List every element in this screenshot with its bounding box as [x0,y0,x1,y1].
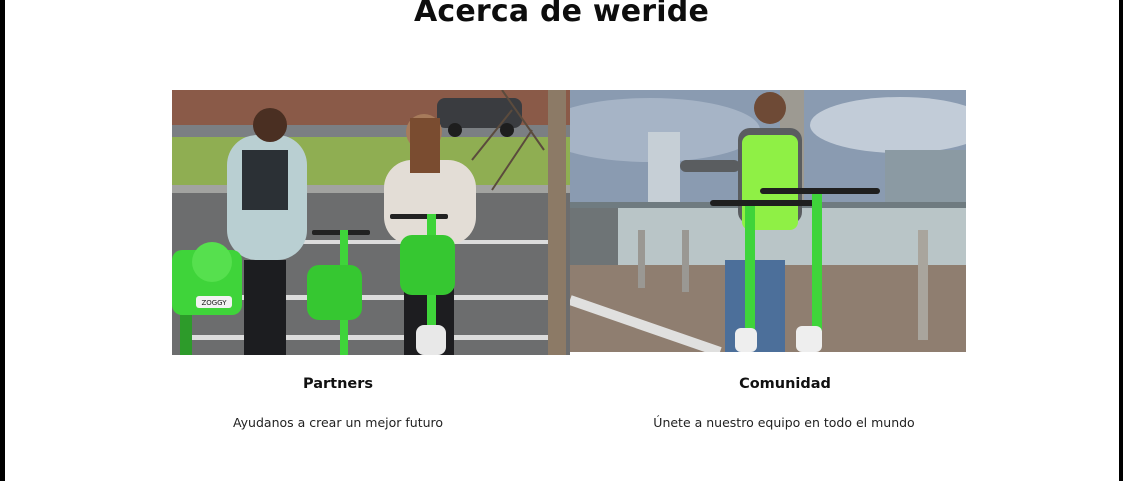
comunidad-photo[interactable] [570,90,966,352]
svg-text:ZOGGY: ZOGGY [201,299,227,307]
comunidad-title[interactable]: Comunidad [615,376,955,392]
right-border [1119,0,1123,481]
partners-title[interactable]: Partners [168,376,508,392]
partners-description: Ayudanos a crear un mejor futuro [232,415,444,430]
about-section: Acerca de weride ZOGGY Partners Ayudanos… [0,0,1123,481]
partners-photo[interactable]: ZOGGY [172,90,570,355]
left-border [0,0,5,481]
page-title: Acerca de weride [413,0,710,29]
comunidad-description: Únete a nuestro equipo en todo el mundo [653,415,915,430]
